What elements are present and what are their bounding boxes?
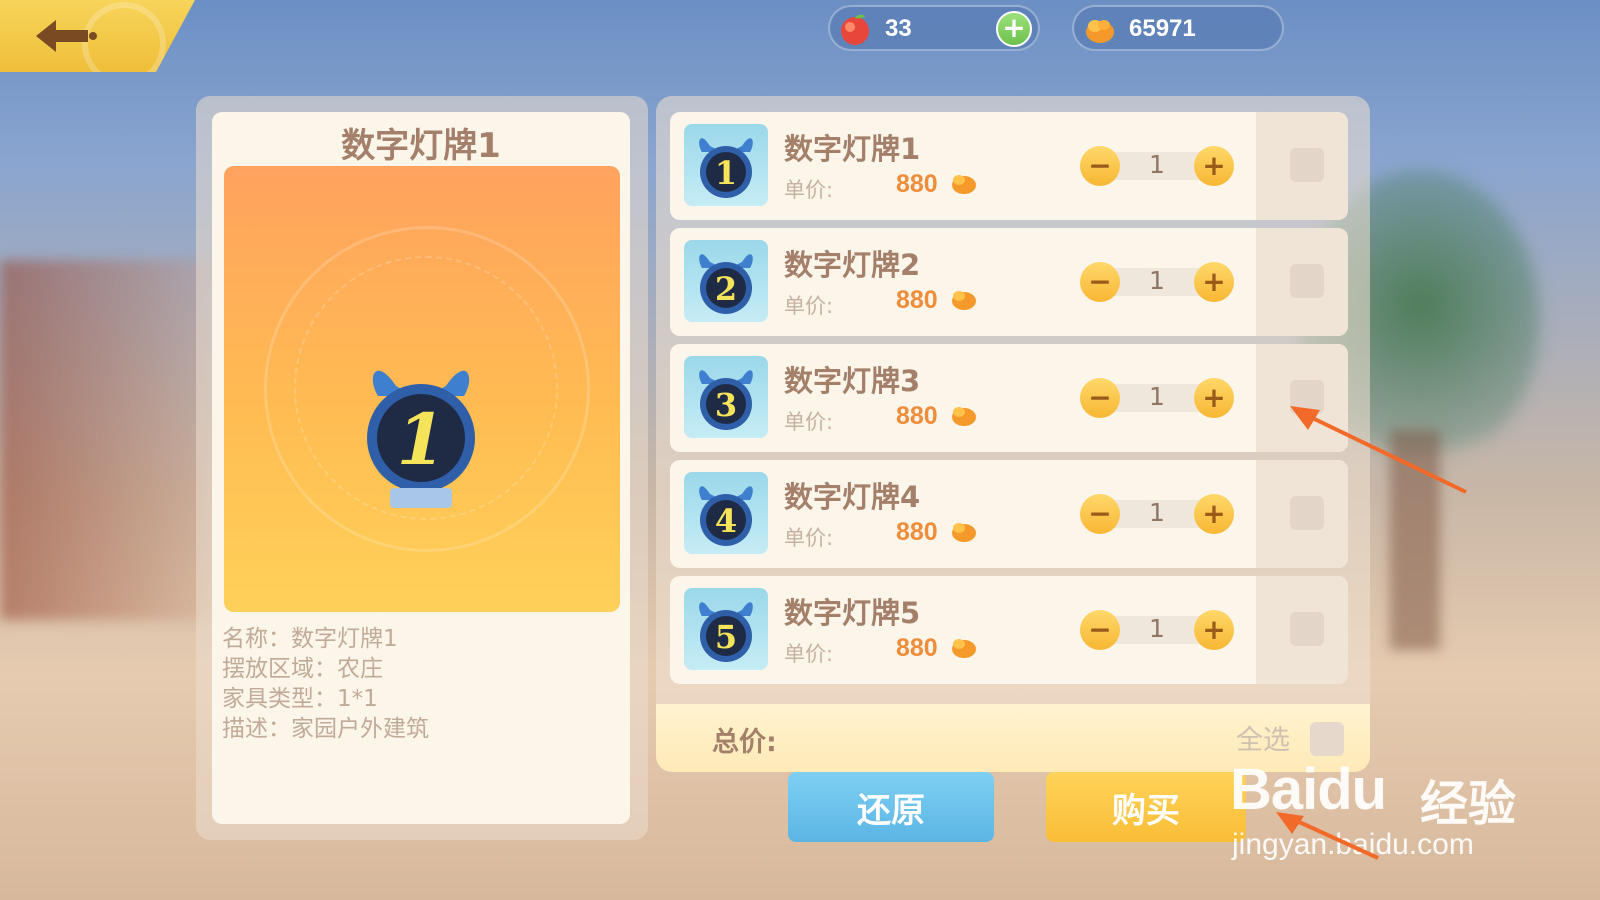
coin-pouch-icon (952, 291, 976, 310)
decrease-button[interactable]: − (1080, 146, 1120, 186)
list-item[interactable]: 5 数字灯牌5 单价: 880 − 1 + (670, 576, 1348, 684)
number-sign-icon: 1 (699, 138, 753, 198)
select-all-checkbox[interactable] (1310, 722, 1344, 756)
increase-button[interactable]: + (1194, 146, 1234, 186)
total-price-label: 总价: (712, 727, 777, 758)
unit-price-label: 单价: (784, 294, 834, 318)
quantity-value: 1 (1149, 266, 1165, 295)
number-sign-icon: 5 (699, 602, 753, 662)
select-checkbox[interactable] (1290, 380, 1324, 414)
info-name: 名称：数字灯牌1 (222, 626, 398, 652)
item-thumbnail: 1 (684, 124, 768, 206)
item-info: 名称：数字灯牌1 摆放区域：农庄 家具类型：1*1 描述：家园户外建筑 (222, 624, 429, 744)
watermark-label: 经验 (1420, 776, 1517, 832)
number-sign-icon: 2 (699, 254, 753, 314)
unit-price: 880 (896, 518, 938, 546)
svg-text:2: 2 (715, 270, 737, 308)
unit-price-label: 单价: (784, 526, 834, 550)
restore-button[interactable]: 还原 (788, 772, 994, 842)
unit-price-label: 单价: (784, 178, 834, 202)
item-name: 数字灯牌2 (784, 248, 921, 282)
decrease-button[interactable]: − (1080, 262, 1120, 302)
increase-button[interactable]: + (1194, 610, 1234, 650)
increase-button[interactable]: + (1194, 378, 1234, 418)
background-building (0, 260, 210, 620)
coin-pouch-icon (952, 639, 976, 658)
svg-text:1: 1 (397, 398, 446, 481)
number-sign-1-icon: 1 (367, 370, 475, 508)
checkbox-column (1256, 112, 1348, 220)
unit-price: 880 (896, 170, 938, 198)
info-description: 描述：家园户外建筑 (222, 716, 429, 742)
unit-price-label: 单价: (784, 642, 834, 666)
unit-price-label: 单价: (784, 410, 834, 434)
item-thumbnail: 3 (684, 356, 768, 438)
item-name: 数字灯牌4 (784, 480, 921, 514)
quantity-value: 1 (1149, 382, 1165, 411)
item-name: 数字灯牌5 (784, 596, 921, 630)
peach-icon (841, 14, 869, 45)
watermark-logo: Baidu (1230, 757, 1387, 822)
item-thumbnail: 5 (684, 588, 768, 670)
quantity-stepper: − 1 + (1080, 262, 1234, 302)
unit-price: 880 (896, 634, 938, 662)
quantity-stepper: − 1 + (1080, 378, 1234, 418)
quantity-stepper: − 1 + (1080, 610, 1234, 650)
list-item[interactable]: 4 数字灯牌4 单价: 880 − 1 + (670, 460, 1348, 568)
select-all-label: 全选 (1236, 725, 1290, 756)
svg-text:4: 4 (715, 502, 737, 540)
list-item[interactable]: 3 数字灯牌3 单价: 880 − 1 + (670, 344, 1348, 452)
list-item[interactable]: 2 数字灯牌2 单价: 880 − 1 + (670, 228, 1348, 336)
back-arrow-icon (36, 20, 97, 52)
coin-pouch-icon (952, 407, 976, 426)
quantity-stepper: − 1 + (1080, 146, 1234, 186)
select-checkbox[interactable] (1290, 148, 1324, 182)
svg-text:3: 3 (715, 386, 737, 424)
back-button[interactable] (0, 0, 195, 72)
checkbox-column (1256, 576, 1348, 684)
checkbox-column (1256, 460, 1348, 568)
coin-count: 65971 (1129, 15, 1196, 42)
plus-icon: + (1002, 11, 1026, 44)
detail-title: 数字灯牌1 (341, 126, 501, 166)
peach-count: 33 (885, 15, 912, 42)
checkbox-column (1256, 228, 1348, 336)
list-item[interactable]: 1 数字灯牌1 单价: 880 − 1 + (670, 112, 1348, 220)
select-checkbox[interactable] (1290, 264, 1324, 298)
unit-price: 880 (896, 286, 938, 314)
coin-currency-bar: 65971 (1072, 5, 1284, 51)
coin-pouch-icon (952, 523, 976, 542)
quantity-stepper: − 1 + (1080, 494, 1234, 534)
checkbox-column (1256, 344, 1348, 452)
background-tree-trunk (1390, 430, 1440, 650)
select-checkbox[interactable] (1290, 612, 1324, 646)
item-thumbnail: 2 (684, 240, 768, 322)
unit-price: 880 (896, 402, 938, 430)
decrease-button[interactable]: − (1080, 610, 1120, 650)
watermark-url: jingyan.baidu.com (1232, 828, 1474, 861)
info-placement-area: 摆放区域：农庄 (222, 656, 383, 682)
coin-pouch-icon (1086, 20, 1114, 43)
increase-button[interactable]: + (1194, 494, 1234, 534)
select-checkbox[interactable] (1290, 496, 1324, 530)
info-furniture-type: 家具类型：1*1 (222, 686, 378, 712)
quantity-value: 1 (1149, 614, 1165, 643)
item-name: 数字灯牌1 (784, 132, 921, 166)
number-sign-icon: 4 (699, 486, 753, 546)
quantity-value: 1 (1149, 498, 1165, 527)
item-name: 数字灯牌3 (784, 364, 921, 398)
buy-button[interactable]: 购买 (1046, 772, 1246, 842)
number-sign-icon: 3 (699, 370, 753, 430)
item-thumbnail: 4 (684, 472, 768, 554)
decrease-button[interactable]: − (1080, 494, 1120, 534)
quantity-value: 1 (1149, 150, 1165, 179)
add-peach-button[interactable]: + (996, 11, 1032, 47)
peach-currency-bar: 33 + (828, 5, 1040, 51)
svg-text:5: 5 (715, 618, 737, 656)
increase-button[interactable]: + (1194, 262, 1234, 302)
coin-pouch-icon (952, 175, 976, 194)
item-preview: 1 (224, 166, 620, 612)
svg-text:1: 1 (715, 154, 737, 192)
decrease-button[interactable]: − (1080, 378, 1120, 418)
